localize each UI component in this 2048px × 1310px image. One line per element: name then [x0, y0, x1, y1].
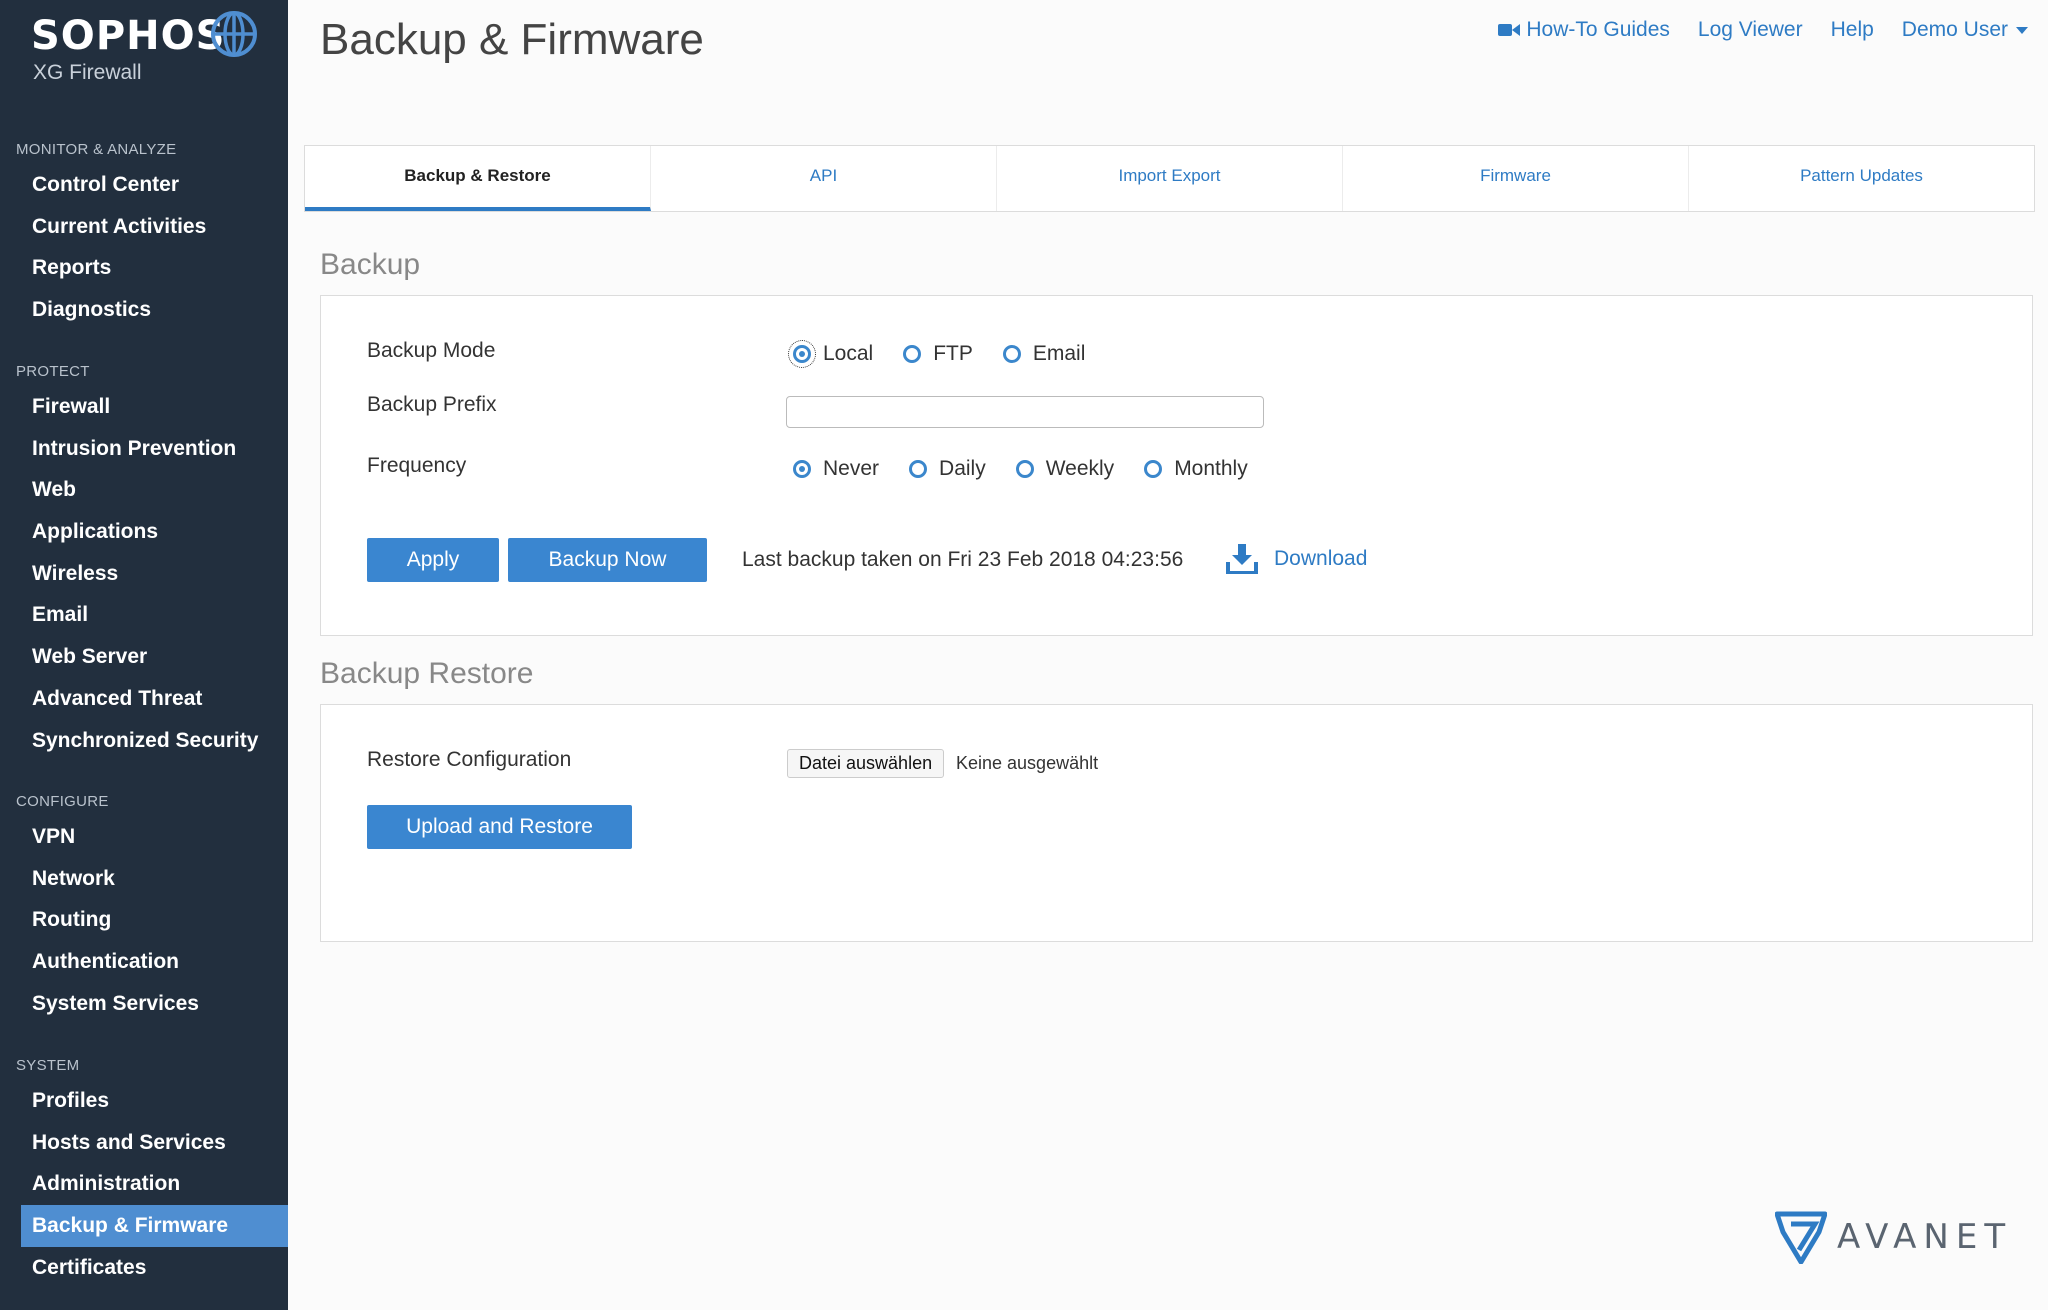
restore-panel: Restore Configuration Datei auswählen Ke…: [320, 704, 2033, 942]
tab-bar: Backup & Restore API Import Export Firmw…: [304, 145, 2035, 212]
user-name: Demo User: [1901, 18, 2008, 41]
brand-name: SOPHOS: [31, 13, 226, 59]
sidebar: SOPHOS XG Firewall MONITOR & ANALYZE Con…: [0, 0, 288, 1310]
backup-mode-label: Backup Mode: [367, 339, 496, 362]
avanet-wordmark: AVANET: [1837, 1217, 2013, 1257]
restore-section-title: Backup Restore: [320, 657, 534, 690]
tab-import-export[interactable]: Import Export: [997, 146, 1343, 211]
backup-section-title: Backup: [320, 248, 421, 281]
nav-group-system: SYSTEM Profiles Hosts and Services Admin…: [0, 1052, 288, 1288]
last-backup-text: Last backup taken on Fri 23 Feb 2018 04:…: [742, 548, 1184, 571]
radio-email[interactable]: Email: [1002, 342, 1086, 366]
sidebar-item-web[interactable]: Web: [0, 469, 288, 511]
backup-now-button[interactable]: Backup Now: [508, 538, 707, 582]
radio-email-label: Email: [1032, 342, 1086, 365]
sidebar-item-authentication[interactable]: Authentication: [0, 941, 288, 983]
top-navigation: How-To Guides Log Viewer Help Demo User: [1498, 18, 2028, 42]
brand-subtitle: XG Firewall: [33, 61, 142, 84]
sidebar-item-advanced-threat[interactable]: Advanced Threat: [0, 678, 288, 720]
avanet-logo: AVANET: [1775, 1210, 2012, 1264]
radio-weekly-label: Weekly: [1045, 457, 1115, 480]
sidebar-item-profiles[interactable]: Profiles: [0, 1080, 288, 1122]
sidebar-item-web-server[interactable]: Web Server: [0, 636, 288, 678]
backup-panel: Backup Mode Local FTP Email Backup Prefi…: [320, 295, 2033, 636]
radio-ftp[interactable]: FTP: [903, 342, 973, 366]
radio-never[interactable]: Never: [793, 457, 879, 481]
backup-mode-radio-group: Local FTP Email: [788, 340, 1115, 368]
sidebar-item-vpn[interactable]: VPN: [0, 816, 288, 858]
page-title: Backup & Firmware: [320, 15, 704, 64]
tab-backup-restore[interactable]: Backup & Restore: [305, 146, 651, 211]
user-menu[interactable]: Demo User: [1902, 18, 2028, 42]
nav-group-protect: PROTECT Firewall Intrusion Prevention We…: [0, 358, 288, 761]
globe-icon: [211, 11, 257, 57]
sidebar-item-synchronized-security[interactable]: Synchronized Security: [0, 720, 288, 762]
backup-prefix-label: Backup Prefix: [367, 393, 497, 416]
radio-unselected-icon: [1015, 460, 1034, 478]
sidebar-item-hosts-and-services[interactable]: Hosts and Services: [0, 1122, 288, 1164]
sidebar-item-network[interactable]: Network: [0, 858, 288, 900]
nav-group-title: SYSTEM: [16, 1057, 80, 1074]
sidebar-item-intrusion-prevention[interactable]: Intrusion Prevention: [0, 428, 288, 470]
help-link[interactable]: Help: [1831, 18, 1874, 42]
radio-daily-label: Daily: [939, 457, 986, 480]
radio-selected-icon: [793, 460, 811, 478]
radio-unselected-icon: [1002, 345, 1021, 363]
sidebar-item-routing[interactable]: Routing: [0, 899, 288, 941]
radio-unselected-icon: [1144, 460, 1163, 478]
radio-ftp-label: FTP: [933, 342, 973, 365]
tab-pattern-updates[interactable]: Pattern Updates: [1689, 146, 2034, 211]
sidebar-item-certificates[interactable]: Certificates: [0, 1247, 288, 1289]
radio-selected-icon: [788, 340, 816, 368]
download-label: Download: [1274, 547, 1368, 570]
video-camera-icon: [1498, 24, 1521, 36]
nav-group-title: PROTECT: [16, 363, 90, 380]
frequency-label: Frequency: [367, 454, 467, 477]
tab-firmware[interactable]: Firmware: [1343, 146, 1689, 211]
radio-never-label: Never: [823, 457, 880, 480]
download-link[interactable]: Download: [1226, 544, 1367, 574]
nav-group-monitor: MONITOR & ANALYZE Control Center Current…: [0, 136, 288, 331]
sidebar-item-reports[interactable]: Reports: [0, 247, 288, 289]
avanet-shield-icon: [1775, 1211, 1827, 1264]
sidebar-item-applications[interactable]: Applications: [0, 511, 288, 553]
caret-down-icon: [2016, 26, 2028, 34]
tab-api[interactable]: API: [651, 146, 997, 211]
sidebar-item-email[interactable]: Email: [0, 594, 288, 636]
choose-file-button[interactable]: Datei auswählen: [787, 749, 945, 778]
radio-monthly-label: Monthly: [1174, 457, 1248, 480]
sidebar-item-firewall[interactable]: Firewall: [0, 386, 288, 428]
log-viewer-link[interactable]: Log Viewer: [1698, 18, 1803, 42]
file-status-text: Keine ausgewählt: [956, 753, 1099, 773]
download-icon: [1226, 544, 1258, 574]
sidebar-item-diagnostics[interactable]: Diagnostics: [0, 289, 288, 331]
nav-group-title: CONFIGURE: [16, 793, 109, 810]
radio-monthly[interactable]: Monthly: [1144, 457, 1248, 481]
radio-weekly[interactable]: Weekly: [1015, 457, 1115, 481]
sidebar-item-wireless[interactable]: Wireless: [0, 553, 288, 595]
sidebar-item-backup-firmware[interactable]: Backup & Firmware: [21, 1205, 288, 1247]
backup-prefix-input[interactable]: [786, 396, 1264, 428]
restore-config-label: Restore Configuration: [367, 748, 572, 771]
radio-local[interactable]: Local: [788, 340, 874, 368]
sidebar-item-current-activities[interactable]: Current Activities: [0, 206, 288, 248]
radio-local-label: Local: [823, 342, 874, 365]
nav-group-configure: CONFIGURE VPN Network Routing Authentica…: [0, 788, 288, 1024]
brand: SOPHOS XG Firewall: [31, 12, 225, 86]
radio-daily[interactable]: Daily: [909, 457, 986, 481]
radio-unselected-icon: [909, 460, 928, 478]
sidebar-item-administration[interactable]: Administration: [0, 1163, 288, 1205]
nav-group-title: MONITOR & ANALYZE: [16, 141, 177, 158]
sidebar-item-system-services[interactable]: System Services: [0, 983, 288, 1025]
apply-button[interactable]: Apply: [367, 538, 499, 582]
upload-restore-button[interactable]: Upload and Restore: [367, 805, 632, 849]
sidebar-item-control-center[interactable]: Control Center: [0, 164, 288, 206]
radio-unselected-icon: [903, 345, 922, 363]
how-to-guides-link[interactable]: How-To Guides: [1526, 18, 1670, 42]
frequency-radio-group: Never Daily Weekly Monthly: [793, 457, 1278, 481]
